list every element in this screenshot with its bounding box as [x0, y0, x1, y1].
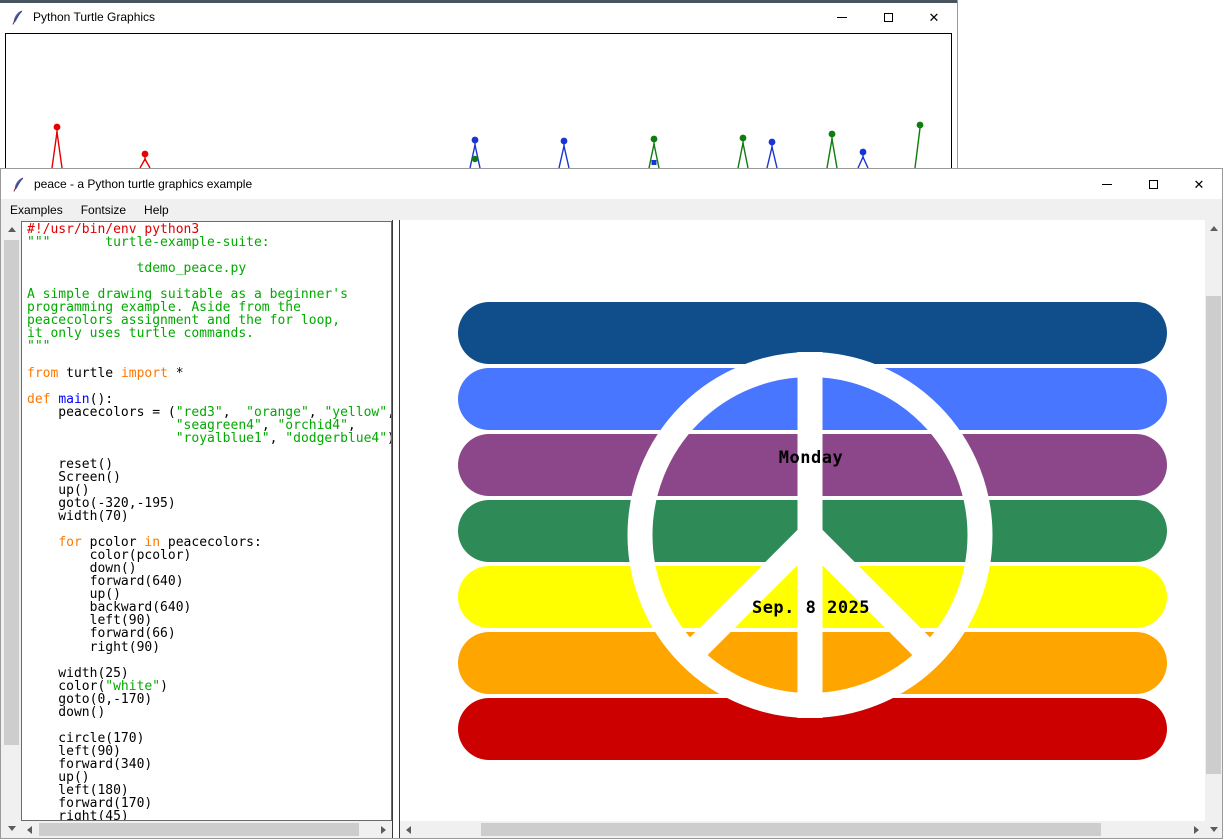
- close-button[interactable]: ✕: [911, 3, 957, 31]
- scroll-left-icon: [406, 826, 411, 834]
- turtle-figures: [6, 34, 952, 168]
- canvas-horizontal-scrollbar[interactable]: [400, 821, 1205, 838]
- scroll-down-button[interactable]: [3, 820, 20, 837]
- close-icon: ✕: [1194, 178, 1205, 191]
- stick-figure: [767, 139, 777, 168]
- code-line: tdemo_peace.py: [27, 262, 391, 275]
- stick-figure: [827, 131, 837, 168]
- code-view[interactable]: #!/usr/bin/env python3""" turtle-example…: [21, 221, 392, 821]
- scroll-left-button[interactable]: [21, 821, 38, 838]
- menu-fontsize[interactable]: Fontsize: [72, 199, 135, 220]
- scroll-down-icon: [1210, 827, 1218, 832]
- pane-divider[interactable]: [392, 220, 400, 838]
- date-label: Sep. 8 2025: [752, 598, 870, 618]
- stick-figure: [559, 138, 569, 168]
- tk-feather-icon: [11, 9, 25, 25]
- menu-help[interactable]: Help: [135, 199, 178, 220]
- maximize-icon: [884, 13, 893, 22]
- stick-figure: [52, 124, 62, 168]
- scroll-right-button[interactable]: [375, 821, 392, 838]
- code-line: right(90): [27, 641, 391, 654]
- maximize-button[interactable]: [1130, 169, 1176, 199]
- peace-example-window: peace - a Python turtle graphics example…: [0, 168, 1223, 839]
- minimize-button[interactable]: [819, 3, 865, 31]
- scrollbar-thumb[interactable]: [4, 240, 19, 745]
- turtle-canvas: Monday Sep. 8 2025: [400, 220, 1205, 821]
- menu-examples[interactable]: Examples: [1, 199, 72, 220]
- scroll-up-icon: [1210, 226, 1218, 231]
- main-area: #!/usr/bin/env python3""" turtle-example…: [1, 220, 1222, 838]
- window-title: peace - a Python turtle graphics example: [34, 177, 252, 191]
- scroll-up-button[interactable]: [3, 221, 20, 238]
- scroll-right-icon: [1194, 826, 1199, 834]
- scroll-down-icon: [8, 826, 16, 831]
- scroll-right-icon: [381, 826, 386, 834]
- code-line: """ turtle-example-suite:: [27, 236, 391, 249]
- scrollbar-thumb[interactable]: [481, 823, 1101, 836]
- window-title: Python Turtle Graphics: [33, 10, 155, 24]
- maximize-button[interactable]: [865, 3, 911, 31]
- minimize-button[interactable]: [1084, 169, 1130, 199]
- code-line: down(): [27, 706, 391, 719]
- scrollbar-thumb[interactable]: [39, 823, 359, 836]
- maximize-icon: [1149, 180, 1158, 189]
- code-line: from turtle import *: [27, 367, 391, 380]
- scroll-up-icon: [8, 227, 16, 232]
- close-icon: ✕: [929, 11, 940, 24]
- scroll-left-button[interactable]: [400, 821, 417, 838]
- minimize-icon: [1102, 184, 1112, 185]
- scroll-right-button[interactable]: [1188, 821, 1205, 838]
- scroll-down-button[interactable]: [1205, 821, 1222, 838]
- stick-figure: [738, 135, 748, 168]
- stick-figure: [915, 122, 923, 168]
- stick-figure: [140, 151, 150, 168]
- turtle-canvas: [5, 33, 952, 168]
- title-bar[interactable]: peace - a Python turtle graphics example…: [1, 169, 1222, 199]
- stick-figure: [470, 137, 480, 168]
- code-vertical-scrollbar[interactable]: [2, 221, 21, 837]
- canvas-vertical-scrollbar[interactable]: [1205, 220, 1222, 838]
- tk-feather-icon: [12, 176, 26, 192]
- code-line: width(70): [27, 510, 391, 523]
- turtle-graphics-window: Python Turtle Graphics ✕: [0, 0, 958, 168]
- scroll-up-button[interactable]: [1205, 220, 1222, 237]
- stick-figure: [649, 136, 659, 168]
- peace-left-diagonal: [690, 535, 810, 655]
- title-bar[interactable]: Python Turtle Graphics ✕: [0, 3, 957, 31]
- minimize-icon: [837, 17, 847, 18]
- scroll-left-icon: [27, 826, 32, 834]
- code-line: right(45): [27, 810, 391, 821]
- code-line: "royalblue1", "dodgerblue4"): [27, 432, 391, 445]
- code-line: it only uses turtle commands.: [27, 327, 391, 340]
- menu-bar: Examples Fontsize Help: [1, 199, 1222, 220]
- day-label: Monday: [779, 448, 843, 468]
- code-line: """: [27, 340, 391, 353]
- stick-figure: [858, 149, 868, 168]
- peace-right-diagonal: [810, 535, 930, 655]
- peace-symbol: [400, 220, 1205, 821]
- scrollbar-thumb[interactable]: [1206, 296, 1221, 774]
- close-button[interactable]: ✕: [1176, 169, 1222, 199]
- code-horizontal-scrollbar[interactable]: [21, 821, 392, 838]
